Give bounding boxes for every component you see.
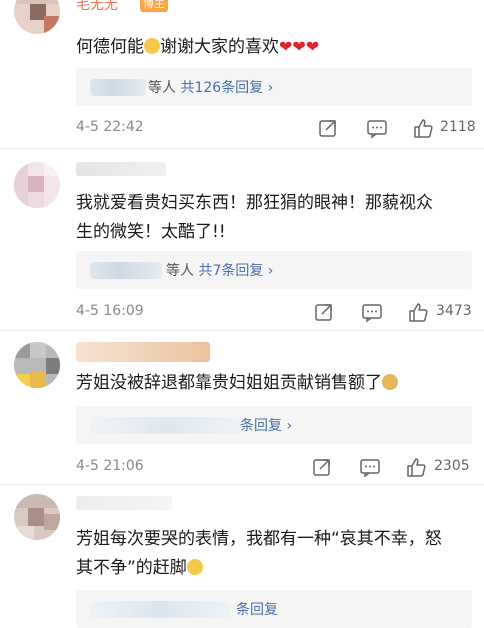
- comment-date: 4-5 16:09: [76, 303, 144, 319]
- reply-preview[interactable]: 等人 共7条回复 ›: [76, 251, 472, 289]
- divider: [0, 148, 484, 149]
- reply-who: 等人: [166, 263, 194, 279]
- like-count: 2118: [440, 119, 476, 135]
- comment-footer: 4-5 22:42 2118: [76, 117, 476, 141]
- avatar[interactable]: [14, 162, 60, 208]
- divider: [0, 484, 484, 485]
- comment-date: 4-5 21:06: [76, 458, 144, 474]
- blurred-username: [90, 601, 230, 618]
- thumbs-up-icon[interactable]: [412, 117, 434, 139]
- comment-3: 芳姐没被辞退都靠贵妇姐姐贡献销售额了 条回复 › 4-5 21:06 2305: [0, 332, 484, 484]
- comment-text: 何德何能 谢谢大家的喜欢❤❤❤: [76, 37, 320, 57]
- reply-count-link[interactable]: 共7条回复 ›: [198, 263, 273, 279]
- comment-2: 我就爱看贵妇买东西！那狂狷的眼神！那藐视众 生的微笑！太酷了!! 等人 共7条回…: [0, 150, 484, 330]
- crying-emoji-icon: [144, 38, 160, 54]
- comment-icon[interactable]: [366, 117, 388, 139]
- repost-icon[interactable]: [311, 456, 333, 478]
- blurred-username: [76, 342, 210, 362]
- repost-icon[interactable]: [317, 117, 339, 139]
- comment-footer: 4-5 16:09 3473: [76, 301, 472, 325]
- comment-text: 芳姐没被辞退都靠贵妇姐姐贡献销售额了: [76, 369, 472, 398]
- reply-preview[interactable]: 条回复 ›: [76, 406, 472, 444]
- thumbs-up-icon[interactable]: [405, 456, 427, 478]
- avatar[interactable]: [14, 494, 60, 540]
- reply-count-link[interactable]: 条回复: [236, 602, 278, 618]
- avatar[interactable]: [14, 0, 60, 34]
- blurred-username: [76, 496, 172, 510]
- doge-emoji-icon: [382, 374, 398, 390]
- comment-icon[interactable]: [359, 456, 381, 478]
- reply-who: 等人: [148, 80, 176, 96]
- avatar[interactable]: [14, 342, 60, 388]
- comment-1: 毛无无 博主 何德何能 谢谢大家的喜欢❤❤❤ 等人 共126条回复 › 4-5 2…: [0, 0, 484, 150]
- divider: [0, 330, 484, 331]
- reply-count-link[interactable]: 共126条回复 ›: [180, 80, 273, 96]
- blurred-username: [90, 79, 146, 96]
- comment-text: 芳姐每次要哭的表情，我都有一种“哀其不幸，怒 其不争”的赶脚: [76, 529, 442, 578]
- comment-text: 我就爱看贵妇买东西！那狂狷的眼神！那藐视众 生的微笑！太酷了!!: [76, 193, 433, 242]
- reply-preview[interactable]: 条回复: [76, 590, 472, 628]
- laughing-emoji-icon: [186, 559, 203, 575]
- like-count: 2305: [434, 458, 470, 474]
- blurred-username: [90, 417, 240, 434]
- blurred-username: [76, 162, 166, 176]
- comment-date: 4-5 22:42: [76, 119, 144, 135]
- like-count: 3473: [436, 303, 472, 319]
- reply-preview[interactable]: 等人 共126条回复 ›: [76, 68, 472, 106]
- comment-4: 芳姐每次要哭的表情，我都有一种“哀其不幸，怒 其不争”的赶脚 条回复: [0, 486, 484, 628]
- comment-icon[interactable]: [361, 301, 383, 323]
- heart-icons: ❤❤❤: [279, 37, 320, 56]
- username[interactable]: 毛无无: [76, 0, 118, 14]
- thumbs-up-icon[interactable]: [407, 301, 429, 323]
- repost-icon[interactable]: [313, 301, 335, 323]
- comment-footer: 4-5 21:06 2305: [76, 456, 472, 480]
- reply-count-link[interactable]: 条回复 ›: [240, 418, 292, 434]
- blurred-username: [90, 262, 162, 279]
- author-badge: 博主: [140, 0, 168, 12]
